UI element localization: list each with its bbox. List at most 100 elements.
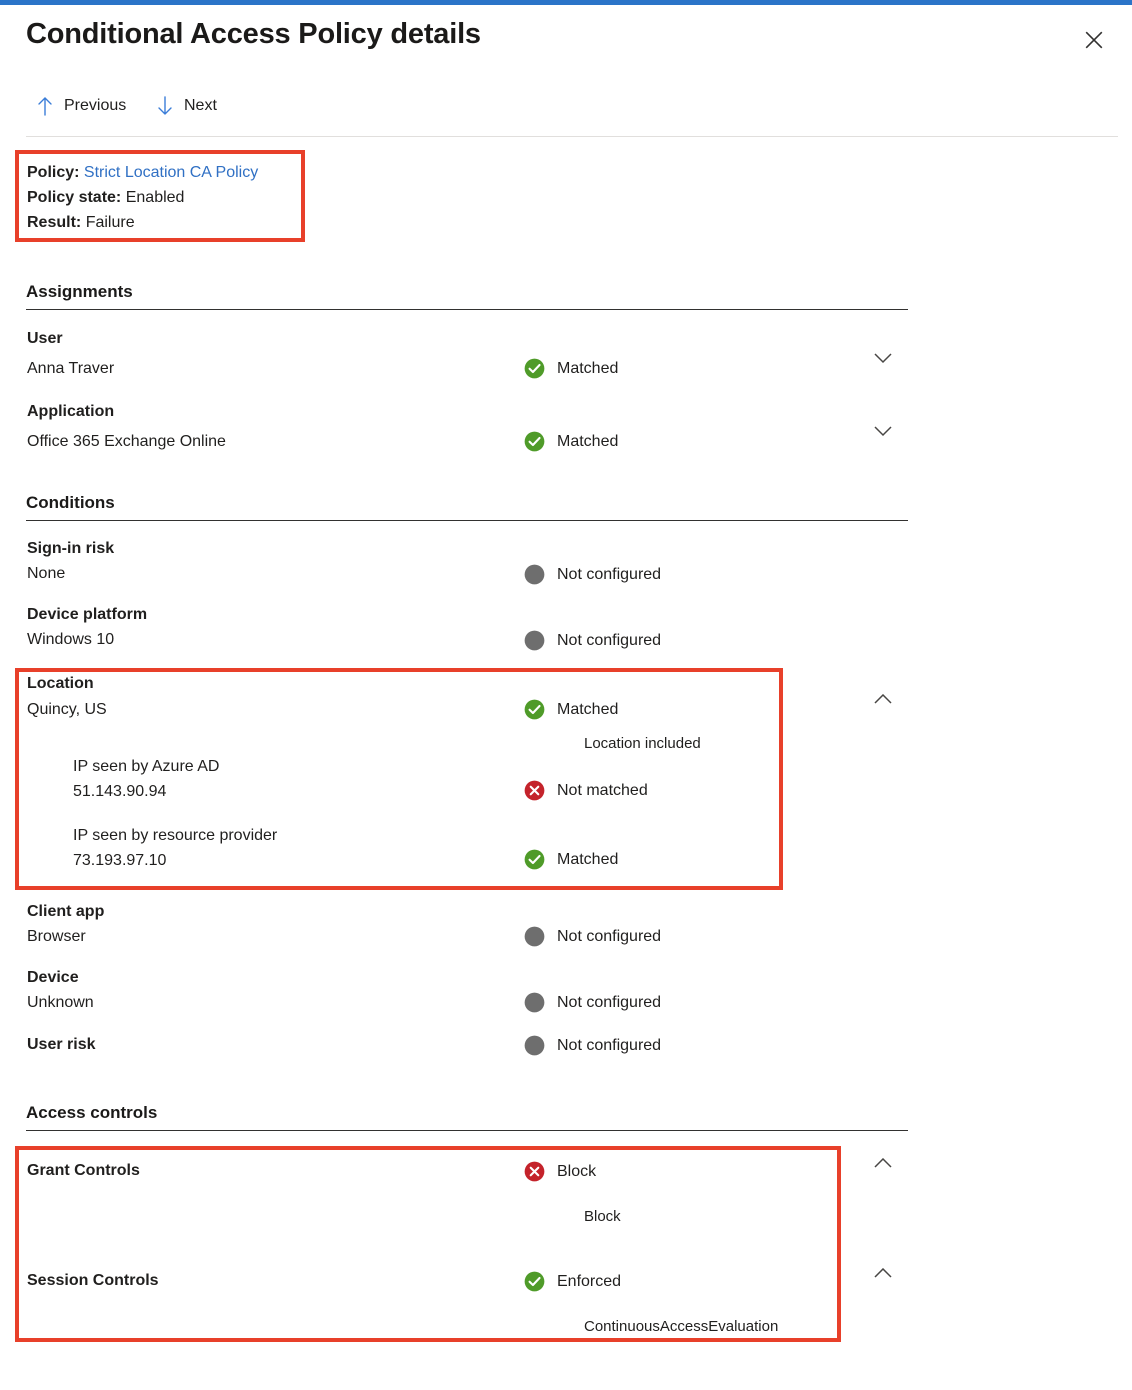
arrow-up-icon [36,95,54,117]
arrow-down-icon [156,95,174,117]
row-value: None [27,565,65,583]
status-badge: Not configured [524,926,661,947]
table-row: Device Unknown Not configured [0,969,1132,1025]
next-label: Next [184,97,217,115]
check-circle-icon [524,699,545,720]
table-row: Client app Browser Not configured [0,903,1132,959]
chevron-up-icon[interactable] [869,685,897,713]
previous-label: Previous [64,97,126,115]
row-label: Client app [27,903,104,921]
close-icon[interactable] [1078,24,1110,56]
row-sublabel: IP seen by resource provider [73,827,277,845]
status-label: Block [557,1163,596,1181]
row-subvalue: 51.143.90.94 [73,783,166,801]
chevron-down-icon[interactable] [869,344,897,372]
check-circle-icon [524,431,545,452]
status-label: Matched [557,433,618,451]
check-circle-icon [524,849,545,870]
status-label: Not configured [557,566,661,584]
policy-state-line: Policy state: Enabled [27,185,258,210]
status-badge: Not configured [524,630,661,651]
chevron-up-icon[interactable] [869,1149,897,1177]
section-heading-assignments-label: Assignments [26,282,133,301]
command-bar-divider [26,136,1118,137]
status-label: Matched [557,701,618,719]
row-value: Browser [27,928,86,946]
status-badge: Matched [524,849,618,870]
row-label: Application [27,403,114,421]
row-label: Device platform [27,606,147,624]
row-sublabel: IP seen by Azure AD [73,758,219,776]
status-label: Not configured [557,1037,661,1055]
status-label: Not matched [557,782,648,800]
previous-button[interactable]: Previous [36,95,126,117]
panel-header: Conditional Access Policy details [0,5,1132,77]
section-heading-conditions-label: Conditions [26,493,115,512]
command-bar: Previous Next [0,92,1132,136]
error-circle-icon [524,1161,545,1182]
section-rule [26,520,908,521]
detail-text: Block [584,1208,621,1225]
table-row: Sign-in risk None Not configured [0,540,1132,596]
row-value: Quincy, US [27,701,107,719]
status-label: Enforced [557,1273,621,1291]
error-circle-icon [524,780,545,801]
row-value: Windows 10 [27,631,114,649]
result-label: Result: [27,214,81,231]
table-row: Location Quincy, US Matched Location inc… [0,675,1132,890]
table-row: Session Controls Enforced ContinuousAcce… [0,1272,1132,1362]
gray-circle-icon [524,630,545,651]
row-value: Office 365 Exchange Online [27,433,226,451]
status-label: Not configured [557,928,661,946]
gray-circle-icon [524,1035,545,1056]
section-heading-access-controls: Access controls [26,1103,908,1131]
section-rule [26,309,908,310]
status-badge: Not configured [524,564,661,585]
check-circle-icon [524,358,545,379]
row-label: Sign-in risk [27,540,114,558]
row-label: Session Controls [27,1272,159,1290]
policy-line: Policy: Strict Location CA Policy [27,160,258,185]
status-badge: Not configured [524,992,661,1013]
row-label: User [27,330,63,348]
row-value: Unknown [27,994,94,1012]
chevron-up-icon[interactable] [869,1259,897,1287]
detail-text: Location included [584,735,701,752]
gray-circle-icon [524,926,545,947]
page-title: Conditional Access Policy details [26,18,481,51]
check-circle-icon [524,1271,545,1292]
next-button[interactable]: Next [156,95,217,117]
table-row: Device platform Windows 10 Not configure… [0,606,1132,662]
detail-text: ContinuousAccessEvaluation [584,1318,778,1335]
policy-label: Policy: [27,164,79,181]
status-label: Not configured [557,632,661,650]
row-label: Device [27,969,79,987]
section-rule [26,1130,908,1131]
status-badge: Not matched [524,780,648,801]
status-badge: Matched [524,431,618,452]
status-label: Matched [557,851,618,869]
section-heading-conditions: Conditions [26,493,908,521]
row-label: Grant Controls [27,1162,140,1180]
chevron-down-icon[interactable] [869,417,897,445]
policy-state-label: Policy state: [27,189,121,206]
policy-state-value: Enabled [126,189,185,206]
section-heading-access-controls-label: Access controls [26,1103,157,1122]
row-subvalue: 73.193.97.10 [73,852,166,870]
status-badge: Enforced [524,1271,621,1292]
gray-circle-icon [524,564,545,585]
status-badge: Matched [524,699,618,720]
table-row: Application Office 365 Exchange Online M… [0,403,1132,459]
policy-result-line: Result: Failure [27,210,258,235]
policy-summary: Policy: Strict Location CA Policy Policy… [27,160,258,235]
row-value: Anna Traver [27,360,114,378]
section-heading-assignments: Assignments [26,282,908,310]
result-value: Failure [86,214,135,231]
table-row: User Anna Traver Matched [0,330,1132,386]
policy-name-link[interactable]: Strict Location CA Policy [84,164,258,181]
row-label: Location [27,675,94,693]
status-label: Matched [557,360,618,378]
status-label: Not configured [557,994,661,1012]
row-label: User risk [27,1036,96,1054]
table-row: Grant Controls Block Block [0,1162,1132,1252]
